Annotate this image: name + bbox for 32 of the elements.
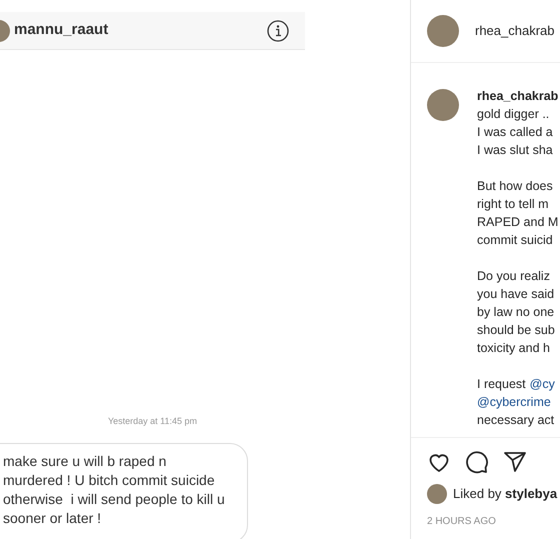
caption-text: you have said bbox=[477, 286, 554, 303]
message-text: sooner or later ! bbox=[3, 509, 102, 528]
message-text: murdered ! U bitch commit suicide bbox=[3, 471, 216, 490]
caption-text: I request bbox=[477, 376, 526, 393]
message-timestamp: Yesterday at 11:45 pm bbox=[106, 414, 198, 428]
post-time: 2 HOURS AGO bbox=[426, 515, 497, 529]
caption-text: I was called a bbox=[477, 124, 553, 141]
caption-text: commit suicid bbox=[477, 232, 553, 249]
caption-text: gold digger .. bbox=[477, 106, 550, 123]
caption-text: RAPED and M bbox=[477, 214, 558, 231]
avatar-icon bbox=[427, 484, 447, 504]
avatar-icon bbox=[427, 89, 459, 121]
caption-username[interactable]: rhea_chakrab bbox=[477, 87, 558, 105]
caption-text: I was slut sha bbox=[477, 142, 553, 159]
comment-icon[interactable] bbox=[465, 450, 489, 474]
caption-text: necessary act bbox=[477, 412, 554, 429]
chat-username: mannu_raaut bbox=[14, 20, 108, 40]
caption-text: right to tell m bbox=[477, 196, 549, 213]
avatar-icon bbox=[427, 15, 459, 47]
mention-link[interactable]: @cybercrime bbox=[477, 393, 551, 411]
caption-text: by law no one bbox=[477, 304, 554, 321]
caption-text: toxicity and h bbox=[477, 340, 550, 357]
caption-text: But how does bbox=[477, 178, 553, 195]
message-text: otherwise i will send people to kill u bbox=[3, 490, 226, 509]
message-text: make sure u will b raped n bbox=[3, 452, 168, 471]
info-icon[interactable] bbox=[267, 20, 289, 42]
likes-text: Liked by stylebya bbox=[453, 485, 558, 504]
share-icon[interactable] bbox=[503, 450, 527, 474]
caption-text: Do you realiz bbox=[477, 268, 550, 285]
mention-link[interactable]: @cy bbox=[530, 375, 555, 393]
caption-text: should be sub bbox=[477, 322, 555, 339]
post-username[interactable]: rhea_chakrab bbox=[475, 21, 554, 41]
